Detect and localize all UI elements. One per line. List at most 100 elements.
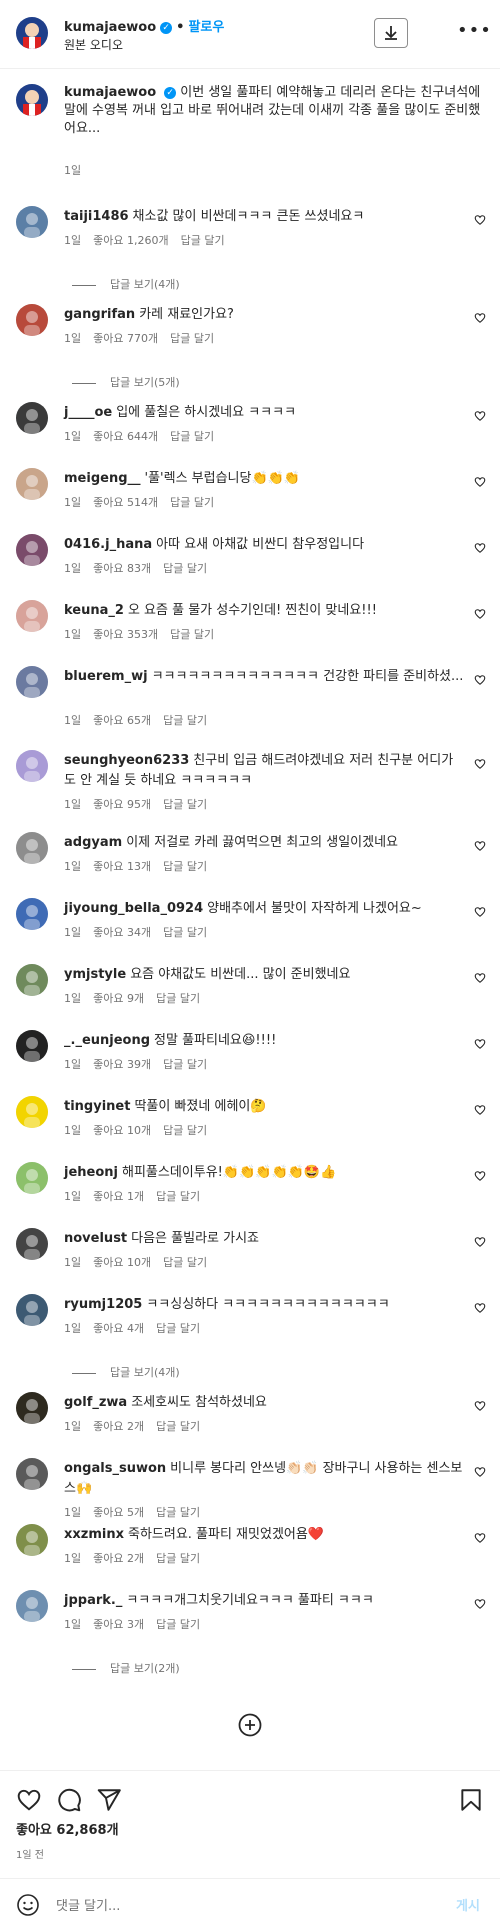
comment-likes[interactable]: 좋아요 3개 — [93, 1618, 144, 1631]
comment-likes[interactable]: 좋아요 95개 — [93, 798, 151, 811]
load-more-comments-button[interactable] — [238, 1713, 262, 1737]
reply-button[interactable]: 답글 달기 — [170, 430, 214, 443]
comment-like-icon[interactable] — [474, 1463, 486, 1477]
view-replies-button[interactable]: 답글 보기(2개) — [72, 1660, 180, 1676]
like-icon[interactable] — [16, 1787, 42, 1813]
caption-username[interactable]: kumajaewoo — [64, 85, 156, 100]
commenter-username[interactable]: jeheonj — [64, 1165, 118, 1180]
comment-likes[interactable]: 좋아요 514개 — [93, 496, 158, 509]
commenter-username[interactable]: novelust — [64, 1231, 127, 1246]
comment-likes[interactable]: 좋아요 353개 — [93, 628, 158, 641]
comment-icon[interactable] — [56, 1787, 82, 1813]
audio-label[interactable]: 원본 오디오 — [64, 36, 123, 53]
commenter-avatar[interactable] — [16, 304, 48, 336]
author-username[interactable]: kumajaewoo — [64, 20, 156, 35]
share-icon[interactable] — [96, 1787, 122, 1813]
commenter-avatar[interactable] — [16, 600, 48, 632]
commenter-username[interactable]: xxzminx — [64, 1527, 124, 1542]
commenter-avatar[interactable] — [16, 1096, 48, 1128]
reply-button[interactable]: 답글 달기 — [156, 1552, 200, 1565]
commenter-username[interactable]: adgyam — [64, 835, 122, 850]
comment-likes[interactable]: 좋아요 65개 — [93, 714, 151, 727]
comment-likes[interactable]: 좋아요 5개 — [93, 1506, 144, 1519]
commenter-avatar[interactable] — [16, 1228, 48, 1260]
comment-like-icon[interactable] — [474, 1595, 486, 1609]
commenter-avatar[interactable] — [16, 666, 48, 698]
comment-likes[interactable]: 좋아요 2개 — [93, 1420, 144, 1433]
commenter-username[interactable]: _._eunjeong — [64, 1033, 150, 1048]
comment-likes[interactable]: 좋아요 34개 — [93, 926, 151, 939]
view-replies-button[interactable]: 답글 보기(4개) — [72, 1364, 180, 1380]
reply-button[interactable]: 답글 달기 — [163, 1058, 207, 1071]
commenter-username[interactable]: ymjstyle — [64, 967, 126, 982]
commenter-avatar[interactable] — [16, 534, 48, 566]
comment-likes[interactable]: 좋아요 10개 — [93, 1256, 151, 1269]
commenter-avatar[interactable] — [16, 1030, 48, 1062]
commenter-avatar[interactable] — [16, 750, 48, 782]
commenter-avatar[interactable] — [16, 832, 48, 864]
comment-input[interactable]: 댓글 달기... — [56, 1895, 120, 1914]
commenter-username[interactable]: ryumj1205 — [64, 1297, 142, 1312]
reply-button[interactable]: 답글 달기 — [170, 496, 214, 509]
comment-like-icon[interactable] — [474, 1233, 486, 1247]
comment-likes[interactable]: 좋아요 9개 — [93, 992, 144, 1005]
commenter-username[interactable]: taiji1486 — [64, 209, 129, 224]
reply-button[interactable]: 답글 달기 — [156, 1420, 200, 1433]
reply-button[interactable]: 답글 달기 — [170, 628, 214, 641]
reply-button[interactable]: 답글 달기 — [163, 562, 207, 575]
commenter-username[interactable]: golf_zwa — [64, 1395, 127, 1410]
comment-likes[interactable]: 좋아요 39개 — [93, 1058, 151, 1071]
comment-like-icon[interactable] — [474, 1397, 486, 1411]
commenter-avatar[interactable] — [16, 1162, 48, 1194]
author-avatar[interactable] — [16, 17, 48, 49]
reply-button[interactable]: 답글 달기 — [156, 1618, 200, 1631]
commenter-avatar[interactable] — [16, 402, 48, 434]
commenter-username[interactable]: seunghyeon6233 — [64, 753, 189, 768]
post-comment-button[interactable]: 게시 — [456, 1895, 480, 1914]
commenter-avatar[interactable] — [16, 1458, 48, 1490]
comment-like-icon[interactable] — [474, 837, 486, 851]
commenter-avatar[interactable] — [16, 898, 48, 930]
commenter-username[interactable]: bluerem_wj — [64, 669, 148, 684]
view-replies-button[interactable]: 답글 보기(5개) — [72, 374, 180, 390]
view-replies-label[interactable]: 답글 보기(4개) — [110, 1366, 180, 1379]
reply-button[interactable]: 답글 달기 — [156, 1322, 200, 1335]
comment-like-icon[interactable] — [474, 473, 486, 487]
comment-like-icon[interactable] — [474, 755, 486, 769]
commenter-username[interactable]: jppark._ — [64, 1593, 122, 1608]
likes-count[interactable]: 좋아요 62,868개 — [16, 1819, 119, 1838]
commenter-avatar[interactable] — [16, 964, 48, 996]
reply-button[interactable]: 답글 달기 — [163, 798, 207, 811]
comment-likes[interactable]: 좋아요 4개 — [93, 1322, 144, 1335]
comment-likes[interactable]: 좋아요 1,260개 — [93, 234, 168, 247]
comment-likes[interactable]: 좋아요 10개 — [93, 1124, 151, 1137]
commenter-avatar[interactable] — [16, 1524, 48, 1556]
reply-button[interactable]: 답글 달기 — [163, 1256, 207, 1269]
comment-like-icon[interactable] — [474, 211, 486, 225]
comment-like-icon[interactable] — [474, 671, 486, 685]
comment-likes[interactable]: 좋아요 83개 — [93, 562, 151, 575]
commenter-avatar[interactable] — [16, 1392, 48, 1424]
reply-button[interactable]: 답글 달기 — [181, 234, 225, 247]
comment-likes[interactable]: 좋아요 2개 — [93, 1552, 144, 1565]
comment-like-icon[interactable] — [474, 605, 486, 619]
commenter-avatar[interactable] — [16, 206, 48, 238]
reply-button[interactable]: 답글 달기 — [163, 860, 207, 873]
follow-button[interactable]: 팔로우 — [188, 20, 224, 35]
reply-button[interactable]: 답글 달기 — [163, 1124, 207, 1137]
caption-avatar[interactable] — [16, 84, 48, 116]
comment-like-icon[interactable] — [474, 1167, 486, 1181]
comment-like-icon[interactable] — [474, 1035, 486, 1049]
comment-like-icon[interactable] — [474, 309, 486, 323]
view-replies-label[interactable]: 답글 보기(4개) — [110, 278, 180, 291]
reply-button[interactable]: 답글 달기 — [163, 926, 207, 939]
comment-like-icon[interactable] — [474, 1529, 486, 1543]
commenter-avatar[interactable] — [16, 1294, 48, 1326]
comment-like-icon[interactable] — [474, 539, 486, 553]
view-replies-label[interactable]: 답글 보기(2개) — [110, 1662, 180, 1675]
commenter-username[interactable]: meigeng__ — [64, 471, 141, 486]
comment-like-icon[interactable] — [474, 969, 486, 983]
reply-button[interactable]: 답글 달기 — [156, 992, 200, 1005]
comment-like-icon[interactable] — [474, 407, 486, 421]
commenter-username[interactable]: jiyoung_bella_0924 — [64, 901, 203, 916]
